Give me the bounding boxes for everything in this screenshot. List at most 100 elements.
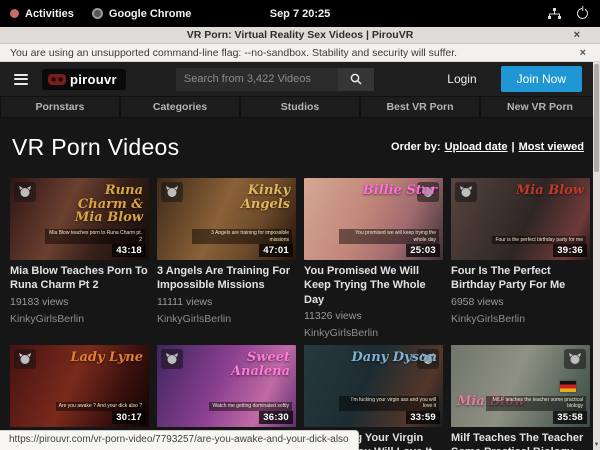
- site-logo[interactable]: pirouvr: [42, 69, 126, 90]
- video-studio-link[interactable]: KinkyGirlsBerlin: [451, 313, 590, 325]
- nav-item-studios[interactable]: Studios: [241, 97, 359, 117]
- studio-logo-icon: [161, 182, 183, 202]
- search-button[interactable]: [338, 68, 374, 91]
- studio-logo-icon: [161, 349, 183, 369]
- search-bar: [176, 68, 374, 91]
- video-studio-link[interactable]: KinkyGirlsBerlin: [10, 313, 149, 325]
- video-thumbnail[interactable]: Runa Charm & Mia Blow Mia Blow teaches p…: [10, 178, 149, 260]
- studio-logo-icon: [455, 182, 477, 202]
- video-thumbnail[interactable]: Billie Star You promised we will keep tr…: [304, 178, 443, 260]
- thumbnail-overlay-title: Kinky Angels: [204, 184, 290, 211]
- clock[interactable]: Sep 7 20:25: [270, 8, 331, 20]
- studio-logo-icon: [14, 349, 36, 369]
- video-thumbnail[interactable]: Mia Blow MILF teaches the teacher some p…: [451, 345, 590, 427]
- video-title[interactable]: 3 Angels Are Training For Impossible Mis…: [157, 264, 296, 293]
- scrollbar-thumb[interactable]: [594, 64, 599, 172]
- power-icon[interactable]: [577, 8, 588, 19]
- video-views: 19183 views: [10, 296, 149, 308]
- order-upload-date-link[interactable]: Upload date: [445, 141, 508, 153]
- video-duration: 35:58: [553, 411, 587, 424]
- video-views: 11111 views: [157, 296, 296, 308]
- search-icon: [350, 73, 362, 85]
- scrollbar[interactable]: ▼: [593, 62, 600, 450]
- nav-item-pornstars[interactable]: Pornstars: [1, 97, 119, 117]
- thumbnail-overlay-title: Runa Charm & Mia Blow: [57, 184, 143, 225]
- warning-infobar: You are using an unsupported command-lin…: [0, 44, 600, 62]
- video-title[interactable]: Four Is The Perfect Birthday Party For M…: [451, 264, 590, 293]
- page-title: VR Porn Videos: [12, 134, 179, 161]
- video-duration: 43:18: [112, 244, 146, 257]
- video-card: Mia Blow Four is the perfect birthday pa…: [451, 178, 590, 339]
- tab-close-icon[interactable]: ×: [574, 29, 580, 41]
- thumbnail-caption: Watch me getting dominated softly: [209, 402, 292, 411]
- order-separator: |: [512, 141, 515, 153]
- video-title[interactable]: Milf Teaches The Teacher Some Practical …: [451, 431, 590, 450]
- video-card: Mia Blow MILF teaches the teacher some p…: [451, 345, 590, 450]
- activities-button[interactable]: Activities: [10, 8, 74, 20]
- thumbnail-caption: MILF teaches the teacher some practical …: [486, 396, 586, 411]
- thumbnail-overlay-title: Billie Star: [363, 184, 437, 198]
- video-thumbnail[interactable]: Sweet Analena Watch me getting dominated…: [157, 345, 296, 427]
- thumbnail-caption: I'm fucking your virgin ass and you will…: [339, 396, 439, 411]
- video-card: Kinky Angels 3 Angels are training for i…: [157, 178, 296, 339]
- login-link[interactable]: Login: [447, 72, 476, 86]
- video-title[interactable]: You Promised We Will Keep Trying The Who…: [304, 264, 443, 307]
- german-flag: [560, 381, 576, 392]
- video-grid: Runa Charm & Mia Blow Mia Blow teaches p…: [0, 176, 600, 450]
- video-thumbnail[interactable]: Lady Lyne Are you awake ? And your dick …: [10, 345, 149, 427]
- thumbnail-overlay-title: Lady Lyne: [70, 351, 143, 365]
- chrome-icon: [92, 8, 103, 19]
- scrollbar-down-arrow-icon[interactable]: ▼: [593, 441, 600, 449]
- video-thumbnail[interactable]: Dany Dyson I'm fucking your virgin ass a…: [304, 345, 443, 427]
- site-header: pirouvr Login Join Now: [0, 62, 600, 96]
- video-views: 6958 views: [451, 296, 590, 308]
- video-duration: 47:01: [259, 244, 293, 257]
- video-duration: 33:59: [406, 411, 440, 424]
- app-menu-button[interactable]: Google Chrome: [92, 8, 192, 20]
- status-bar-url: https://pirouvr.com/vr-porn-video/779325…: [0, 430, 359, 450]
- warning-message: You are using an unsupported command-lin…: [10, 47, 457, 59]
- order-by: Order by: Upload date | Most viewed: [391, 141, 584, 153]
- order-most-viewed-link[interactable]: Most viewed: [519, 141, 584, 153]
- video-duration: 39:36: [553, 244, 587, 257]
- thumbnail-caption: Mia Blow teaches porn to Runa Charm pt. …: [45, 229, 145, 244]
- studio-logo-icon: [564, 349, 586, 369]
- logo-text: pirouvr: [70, 72, 117, 87]
- browser-tab-bar: VR Porn: Virtual Reality Sex Videos | Pi…: [0, 27, 600, 44]
- activities-dot-icon: [10, 9, 19, 18]
- page-heading-row: VR Porn Videos Order by: Upload date | M…: [0, 118, 600, 176]
- video-card: Runa Charm & Mia Blow Mia Blow teaches p…: [10, 178, 149, 339]
- vr-headset-icon: [48, 74, 66, 85]
- thumbnail-caption: Four is the perfect birthday party for m…: [492, 236, 586, 245]
- video-thumbnail[interactable]: Mia Blow Four is the perfect birthday pa…: [451, 178, 590, 260]
- order-by-label: Order by:: [391, 141, 441, 153]
- main-nav: Pornstars Categories Studios Best VR Por…: [0, 96, 600, 118]
- video-studio-link[interactable]: KinkyGirlsBerlin: [157, 313, 296, 325]
- video-duration: 30:17: [112, 411, 146, 424]
- video-views: 11326 views: [304, 310, 443, 322]
- menu-hamburger-icon[interactable]: [14, 74, 28, 85]
- join-now-button[interactable]: Join Now: [501, 66, 582, 92]
- app-menu-label: Google Chrome: [109, 8, 192, 20]
- activities-label: Activities: [25, 8, 74, 20]
- thumbnail-caption: Are you awake ? And your dick also ?: [56, 402, 145, 411]
- nav-item-best-vr-porn[interactable]: Best VR Porn: [361, 97, 479, 117]
- thumbnail-overlay-title: Sweet Analena: [204, 351, 290, 378]
- nav-item-new-vr-porn[interactable]: New VR Porn: [481, 97, 599, 117]
- thumbnail-overlay-title: Mia Blow: [516, 184, 584, 198]
- thumbnail-overlay-title: Dany Dyson: [352, 351, 438, 365]
- video-thumbnail[interactable]: Kinky Angels 3 Angels are training for i…: [157, 178, 296, 260]
- tab-title: VR Porn: Virtual Reality Sex Videos | Pi…: [187, 29, 414, 41]
- video-duration: 36:30: [259, 411, 293, 424]
- studio-logo-icon: [14, 182, 36, 202]
- thumbnail-caption: 3 Angels are training for impossible mis…: [192, 229, 292, 244]
- warning-close-icon[interactable]: ×: [580, 47, 586, 59]
- video-card: Billie Star You promised we will keep tr…: [304, 178, 443, 339]
- search-input[interactable]: [176, 68, 338, 91]
- thumbnail-caption: You promised we will keep trying the who…: [339, 229, 439, 244]
- video-studio-link[interactable]: KinkyGirlsBerlin: [304, 327, 443, 339]
- video-title[interactable]: Mia Blow Teaches Porn To Runa Charm Pt 2: [10, 264, 149, 293]
- network-icon[interactable]: [548, 8, 561, 20]
- system-top-bar: Activities Google Chrome Sep 7 20:25: [0, 0, 600, 27]
- nav-item-categories[interactable]: Categories: [121, 97, 239, 117]
